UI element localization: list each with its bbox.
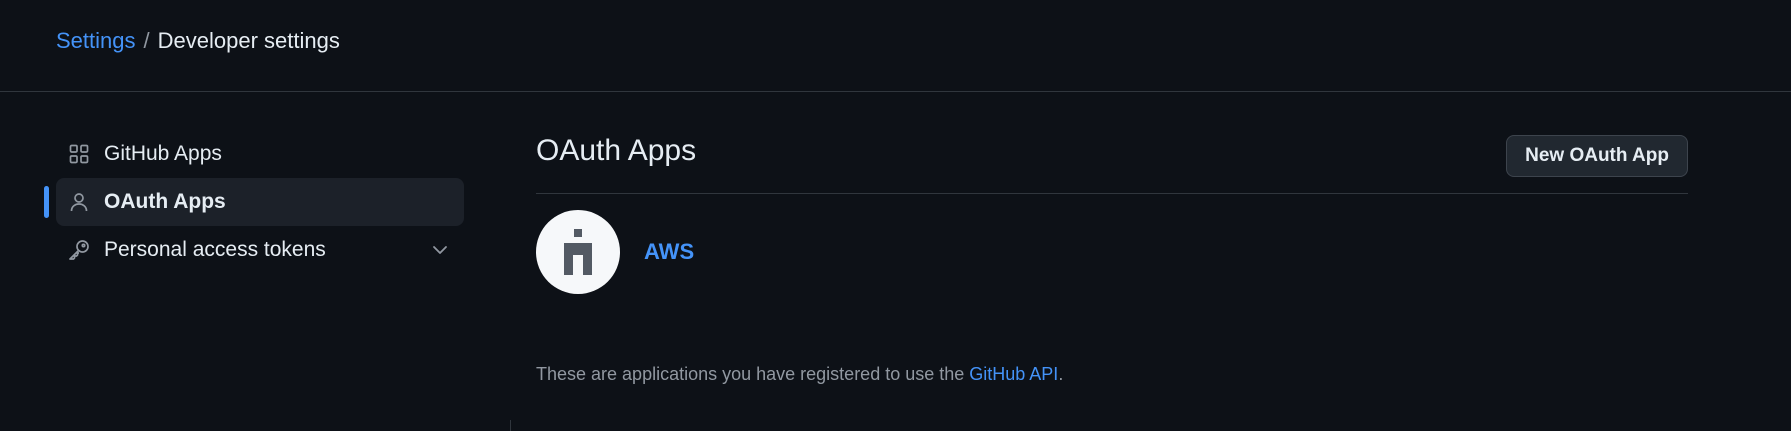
key-icon — [68, 239, 90, 261]
sidebar-nav: GitHub Apps OAuth Apps Personal access t… — [44, 130, 464, 274]
sidebar-item-github-apps[interactable]: GitHub Apps — [56, 130, 464, 178]
person-icon — [68, 191, 90, 213]
default-app-icon — [564, 229, 592, 275]
apps-icon — [68, 143, 90, 165]
avatar[interactable] — [536, 210, 620, 294]
new-oauth-app-button[interactable]: New OAuth App — [1506, 135, 1688, 177]
footnote-text: These are applications you have register… — [536, 364, 970, 384]
sidebar-item-personal-access-tokens[interactable]: Personal access tokens — [56, 226, 464, 274]
sidebar-item-label: Personal access tokens — [104, 238, 326, 261]
sidebar-item-label: GitHub Apps — [104, 142, 222, 165]
app-name-link[interactable]: AWS — [644, 239, 694, 265]
divider — [510, 420, 511, 431]
breadcrumb-separator: / — [143, 28, 150, 53]
active-indicator — [44, 186, 49, 218]
top-header: Settings / Developer settings — [0, 0, 1791, 92]
main-content: OAuth Apps New OAuth App AWS These are a… — [536, 130, 1688, 384]
github-api-link[interactable]: GitHub API — [969, 364, 1058, 384]
footnote: These are applications you have register… — [536, 364, 1063, 385]
page-title: OAuth Apps — [536, 134, 697, 167]
breadcrumb: Settings / Developer settings — [56, 28, 340, 54]
sidebar-item-label: OAuth Apps — [104, 190, 226, 213]
chevron-down-icon[interactable] — [430, 240, 450, 260]
main-header: OAuth Apps New OAuth App — [536, 130, 1688, 194]
breadcrumb-settings-link[interactable]: Settings — [56, 28, 136, 53]
sidebar-item-oauth-apps[interactable]: OAuth Apps — [44, 178, 464, 226]
footnote-suffix: . — [1058, 364, 1064, 384]
list-item: AWS — [536, 194, 1688, 304]
breadcrumb-current: Developer settings — [157, 28, 340, 53]
